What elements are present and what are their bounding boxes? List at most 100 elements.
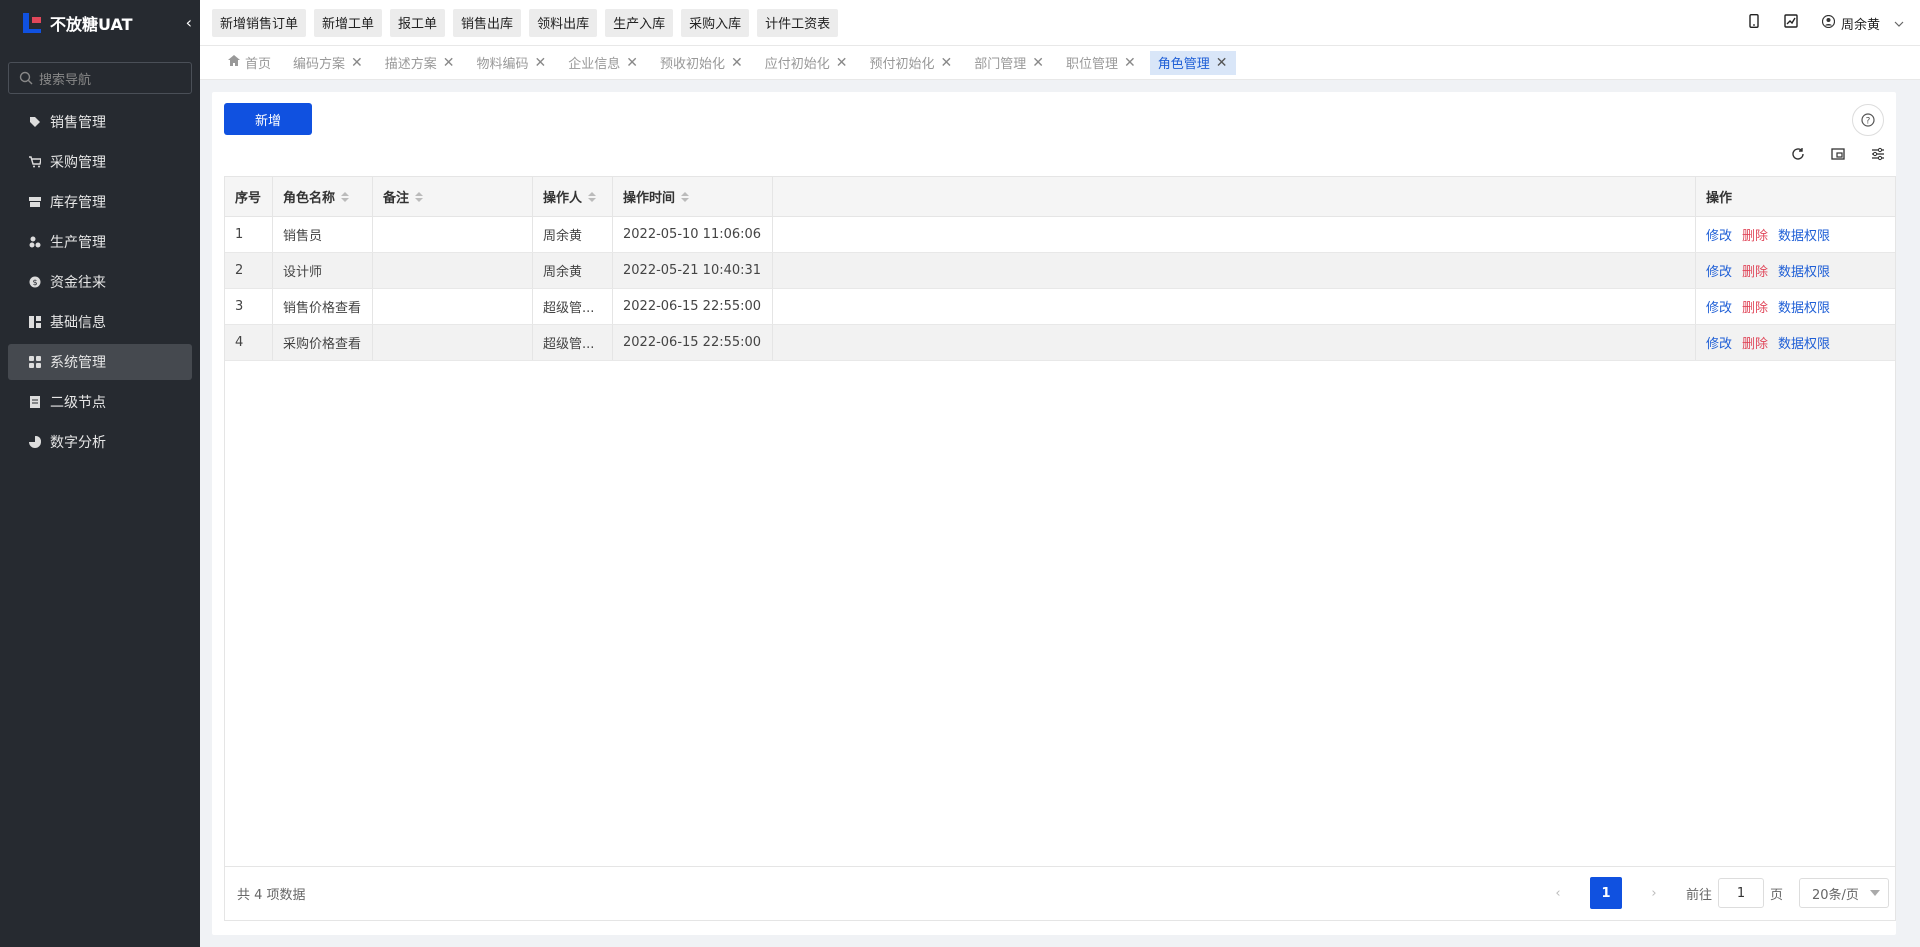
tab-label: 预付初始化 bbox=[869, 57, 935, 72]
data-permission-link[interactable]: 数据权限 bbox=[1778, 333, 1830, 352]
sidebar-item-system[interactable]: 系统管理 bbox=[8, 344, 192, 380]
quick-action-work-report[interactable]: 报工单 bbox=[390, 8, 446, 37]
sidebar-item-inventory[interactable]: 库存管理 bbox=[8, 184, 192, 220]
quick-action-piecework-wage[interactable]: 计件工资表 bbox=[757, 8, 839, 37]
data-permission-link[interactable]: 数据权限 bbox=[1778, 225, 1830, 244]
header-label: 角色名称 bbox=[283, 191, 336, 206]
nav-search-input[interactable]: 搜索导航 bbox=[8, 62, 192, 94]
data-permission-link[interactable]: 数据权限 bbox=[1778, 261, 1830, 280]
col-header-operate-time[interactable]: 操作时间 bbox=[613, 177, 773, 216]
quick-action-new-sales-order[interactable]: 新增销售订单 bbox=[212, 8, 307, 37]
edit-link[interactable]: 修改 bbox=[1706, 297, 1732, 316]
cell-actions: 修改 删除 数据权限 bbox=[1696, 289, 1895, 324]
mobile-icon[interactable] bbox=[1748, 13, 1760, 32]
delete-link[interactable]: 删除 bbox=[1742, 261, 1768, 280]
sidebar-item-sales[interactable]: 销售管理 bbox=[8, 104, 192, 140]
page-size-select[interactable]: 20条/页 bbox=[1799, 878, 1889, 908]
sort-icon[interactable] bbox=[681, 191, 690, 202]
app-logo[interactable]: 不放糖UAT bbox=[0, 0, 200, 46]
cell-operate-time: 2022-06-15 22:55:00 bbox=[613, 289, 773, 324]
tab-home[interactable]: 首页 bbox=[220, 51, 279, 75]
svg-text:?: ? bbox=[1866, 117, 1871, 127]
header-label: 备注 bbox=[383, 191, 410, 206]
tab-label: 企业信息 bbox=[568, 57, 621, 72]
refresh-icon[interactable] bbox=[1788, 144, 1808, 164]
search-icon bbox=[19, 71, 33, 85]
cell-operator: 超级管... bbox=[533, 325, 613, 360]
add-role-button[interactable]: 新增 bbox=[224, 103, 312, 135]
delete-link[interactable]: 删除 bbox=[1742, 333, 1768, 352]
tab-material-code[interactable]: 物料编码 ✕ bbox=[469, 51, 555, 75]
quick-action-production-inbound[interactable]: 生产入库 bbox=[605, 8, 674, 37]
quick-action-material-outbound[interactable]: 领料出库 bbox=[529, 8, 598, 37]
tab-description-scheme[interactable]: 描述方案 ✕ bbox=[377, 51, 463, 75]
tab-company-info[interactable]: 企业信息 ✕ bbox=[560, 51, 646, 75]
tab-label: 职位管理 bbox=[1066, 57, 1119, 72]
table-row: 4 采购价格查看 超级管... 2022-06-15 22:55:00 修改 删… bbox=[225, 325, 1895, 361]
close-icon[interactable]: ✕ bbox=[535, 55, 547, 71]
tab-role-management[interactable]: 角色管理 ✕ bbox=[1149, 50, 1236, 75]
tab-department[interactable]: 部门管理 ✕ bbox=[966, 51, 1052, 75]
cell-role-name: 销售价格查看 bbox=[273, 289, 373, 324]
close-icon[interactable]: ✕ bbox=[941, 55, 953, 71]
cell-index: 4 bbox=[225, 325, 273, 360]
next-page-icon[interactable]: › bbox=[1638, 877, 1670, 909]
close-icon[interactable]: ✕ bbox=[626, 55, 638, 71]
sidebar-item-label: 基础信息 bbox=[50, 315, 106, 331]
prev-page-icon[interactable]: ‹ bbox=[1542, 877, 1574, 909]
sidebar-item-basic-info[interactable]: 基础信息 bbox=[8, 304, 192, 340]
quick-action-new-work-order[interactable]: 新增工单 bbox=[314, 8, 383, 37]
data-permission-link[interactable]: 数据权限 bbox=[1778, 297, 1830, 316]
top-bar: 新增销售订单 新增工单 报工单 销售出库 领料出库 生产入库 采购入库 计件工资… bbox=[200, 0, 1920, 46]
sidebar-item-purchase[interactable]: 采购管理 bbox=[8, 144, 192, 180]
tab-prepaid-init[interactable]: 预付初始化 ✕ bbox=[862, 51, 961, 75]
close-icon[interactable]: ✕ bbox=[836, 55, 848, 71]
close-icon[interactable]: ✕ bbox=[731, 55, 743, 71]
pagination: ‹ 1 › 前往 1 页 20条/页 bbox=[1542, 877, 1889, 909]
quick-action-sales-outbound[interactable]: 销售出库 bbox=[453, 8, 522, 37]
goto-page-input[interactable]: 1 bbox=[1717, 878, 1764, 908]
table-row: 2 设计师 周余黄 2022-05-21 10:40:31 修改 删除 数据权限 bbox=[225, 253, 1895, 289]
cell-spacer bbox=[773, 253, 1696, 288]
column-settings-icon[interactable] bbox=[1868, 144, 1888, 164]
user-menu[interactable]: 周余黄 bbox=[1821, 14, 1904, 33]
cell-operate-time: 2022-06-15 22:55:00 bbox=[613, 325, 773, 360]
delete-link[interactable]: 删除 bbox=[1742, 225, 1768, 244]
tab-receivable-init[interactable]: 预收初始化 ✕ bbox=[652, 51, 751, 75]
sort-icon[interactable] bbox=[415, 191, 424, 202]
close-icon[interactable]: ✕ bbox=[351, 55, 363, 71]
collapse-sidebar-icon[interactable]: ‹ bbox=[186, 13, 192, 32]
sort-icon[interactable] bbox=[588, 191, 597, 202]
col-header-remark[interactable]: 备注 bbox=[373, 177, 533, 216]
table-tools bbox=[1788, 144, 1888, 164]
density-icon[interactable] bbox=[1828, 144, 1848, 164]
sidebar: 不放糖UAT ‹ 搜索导航 销售管理 采购管理 库存管理 生产管理 $ 资金往来… bbox=[0, 0, 200, 947]
col-header-operator[interactable]: 操作人 bbox=[533, 177, 613, 216]
edit-link[interactable]: 修改 bbox=[1706, 261, 1732, 280]
edit-link[interactable]: 修改 bbox=[1706, 225, 1732, 244]
quick-action-purchase-inbound[interactable]: 采购入库 bbox=[681, 8, 750, 37]
close-icon[interactable]: ✕ bbox=[1124, 55, 1136, 71]
close-icon[interactable]: ✕ bbox=[1032, 55, 1044, 71]
sidebar-item-secondary-node[interactable]: 二级节点 bbox=[8, 384, 192, 420]
sidebar-item-analytics[interactable]: 数字分析 bbox=[8, 424, 192, 460]
edit-link[interactable]: 修改 bbox=[1706, 333, 1732, 352]
sort-icon[interactable] bbox=[341, 191, 350, 202]
dashboard-icon[interactable] bbox=[1784, 14, 1798, 32]
page-number-current[interactable]: 1 bbox=[1589, 877, 1622, 909]
sidebar-item-funds[interactable]: $ 资金往来 bbox=[8, 264, 192, 300]
close-icon[interactable]: ✕ bbox=[443, 55, 455, 71]
table-row: 1 销售员 周余黄 2022-05-10 11:06:06 修改 删除 数据权限 bbox=[225, 217, 1895, 253]
close-icon[interactable]: ✕ bbox=[1216, 55, 1228, 71]
help-icon[interactable]: ? bbox=[1852, 104, 1884, 136]
tab-label: 应付初始化 bbox=[764, 57, 830, 72]
tab-payable-init[interactable]: 应付初始化 ✕ bbox=[757, 51, 856, 75]
sidebar-item-production[interactable]: 生产管理 bbox=[8, 224, 192, 260]
col-header-role-name[interactable]: 角色名称 bbox=[273, 177, 373, 216]
delete-link[interactable]: 删除 bbox=[1742, 297, 1768, 316]
sidebar-item-label: 采购管理 bbox=[50, 155, 106, 171]
tab-coding-scheme[interactable]: 编码方案 ✕ bbox=[285, 51, 371, 75]
tab-position[interactable]: 职位管理 ✕ bbox=[1058, 51, 1144, 75]
cell-role-name: 销售员 bbox=[273, 217, 373, 252]
cell-index: 3 bbox=[225, 289, 273, 324]
